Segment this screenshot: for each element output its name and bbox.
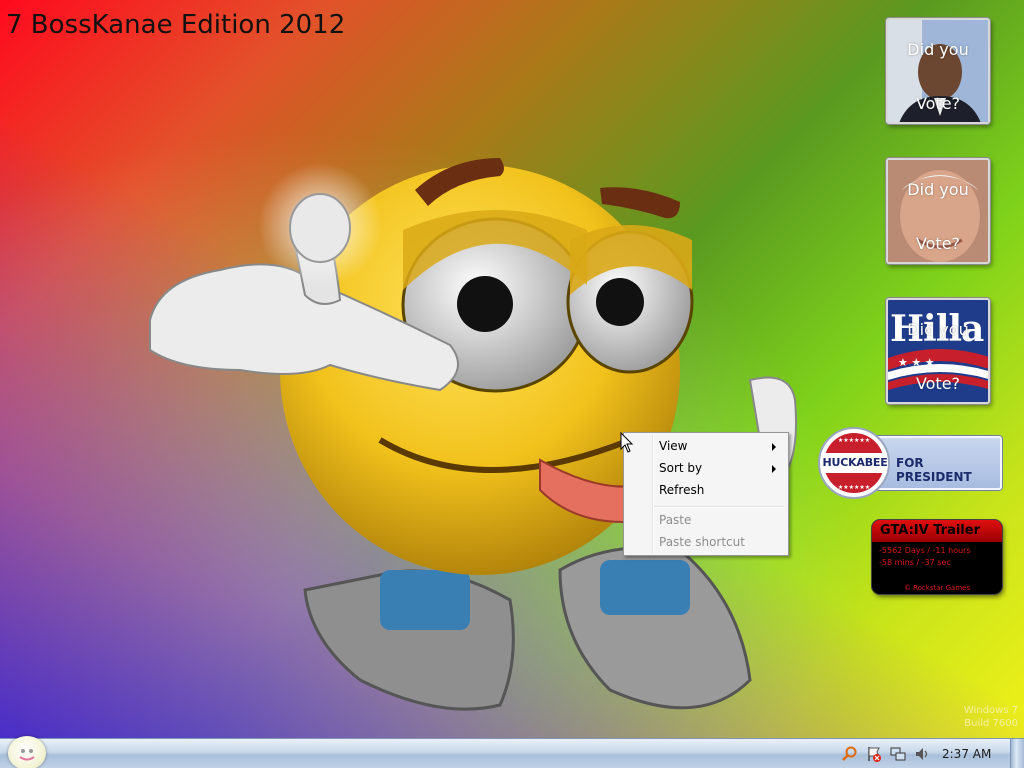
smiley-start-icon [19, 749, 35, 761]
gadget-mccain-line2: Vote? [915, 234, 961, 253]
menu-item-paste-shortcut-label: Paste shortcut [659, 535, 745, 549]
gadget-obama-did-you-vote[interactable]: Did you Vote? [886, 18, 990, 124]
search-icon[interactable] [842, 746, 858, 762]
gadget-mccain-did-you-vote[interactable]: Did you Vote? [886, 158, 990, 264]
show-desktop-button[interactable] [1010, 739, 1024, 768]
taskbar: 2:37 AM [0, 736, 1024, 768]
menu-item-refresh[interactable]: Refresh [626, 479, 786, 501]
huckabee-slogan: FOR PRESIDENT [896, 456, 972, 484]
svg-text:★ ★ ★: ★ ★ ★ [898, 356, 935, 369]
huckabee-name: HUCKABEE [822, 456, 888, 469]
menu-item-sort-by-label: Sort by [659, 461, 703, 475]
menu-item-refresh-label: Refresh [659, 483, 705, 497]
watermark-line2: Build 7600 [964, 718, 1018, 729]
volume-icon[interactable] [914, 746, 930, 762]
gadget-hillary-line1: Did you [907, 320, 969, 339]
svg-text:★★★★★★: ★★★★★★ [838, 484, 870, 491]
gadget-hillary-line2: Vote? [915, 374, 961, 393]
gadget-gta-countdown[interactable]: GTA:IV Trailer -5562 Days / -11 hours -5… [872, 520, 1002, 594]
gta-copyright: © Rockstar Games [903, 584, 971, 592]
gta-countdown-line1: -5562 Days / -11 hours [879, 546, 971, 555]
network-icon[interactable] [890, 746, 906, 762]
desktop-context-menu: View Sort by Refresh Paste Paste shortcu… [623, 432, 789, 556]
menu-item-paste-label: Paste [659, 513, 692, 527]
action-center-flag-icon[interactable] [866, 746, 882, 762]
gadget-obama-line1: Did you [907, 40, 969, 59]
submenu-arrow-icon [772, 465, 776, 473]
menu-item-view[interactable]: View [626, 435, 786, 457]
gta-countdown-line2: -58 mins / -37 sec [879, 558, 951, 567]
smiley-character-image [149, 158, 797, 711]
gadget-huckabee-for-president[interactable]: ★★★★★★ ★★★★★★ HUCKABEE FOR PRESIDENT [816, 427, 1002, 499]
svg-text:★★★★★★: ★★★★★★ [838, 437, 870, 444]
submenu-arrow-icon [772, 443, 776, 451]
menu-item-sort-by[interactable]: Sort by [626, 457, 786, 479]
taskbar-clock[interactable]: 2:37 AM [942, 747, 991, 761]
windows-build-watermark: Windows 7 Build 7600 [964, 704, 1018, 730]
gadget-mccain-line1: Did you [907, 180, 969, 199]
gadget-obama-line2: Vote? [915, 94, 961, 113]
menu-item-paste[interactable]: Paste [626, 509, 786, 531]
menu-item-view-label: View [659, 439, 688, 453]
gadget-hillary-did-you-vote[interactable]: ★ ★ ★ Hilla Did you Vote? [886, 298, 990, 404]
menu-separator [654, 506, 784, 508]
menu-item-paste-shortcut[interactable]: Paste shortcut [626, 531, 786, 553]
gta-title: GTA:IV Trailer [872, 520, 1002, 542]
watermark-line1: Windows 7 [963, 705, 1018, 716]
mouse-cursor-icon [620, 432, 634, 453]
edition-title: 7 BossKanae Edition 2012 [6, 10, 346, 40]
start-button[interactable] [8, 736, 46, 768]
